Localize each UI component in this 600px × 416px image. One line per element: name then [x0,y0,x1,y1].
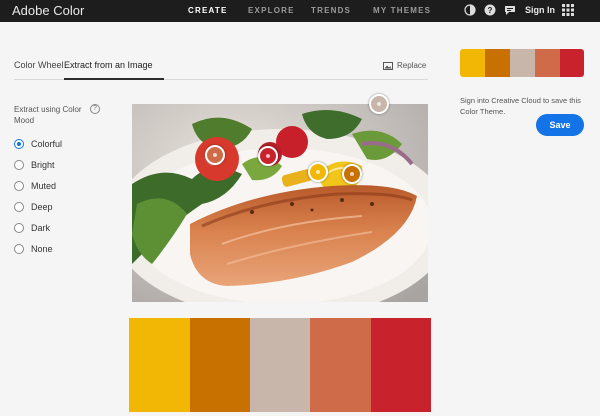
radio-icon[interactable] [14,139,24,149]
mood-option-label: Muted [31,181,57,191]
mood-option-colorful[interactable]: Colorful [14,139,62,149]
replace-label: Replace [397,61,427,70]
mood-option-label: Bright [31,160,55,170]
mood-option-muted[interactable]: Muted [14,181,56,191]
theme-preview [460,49,584,77]
tab-color-wheel[interactable]: Color Wheel [14,60,64,70]
feedback-icon[interactable] [504,4,516,16]
color-picker-handle[interactable] [205,145,225,165]
mood-option-label: Deep [31,202,53,212]
nav-my-themes[interactable]: MY THEMES [373,6,431,15]
salmon-salad-photo [132,104,428,302]
mood-option-label: None [31,244,53,254]
nav-explore[interactable]: EXPLORE [248,6,295,15]
radio-icon[interactable] [14,181,24,191]
active-tab-indicator [64,78,164,80]
sign-in-link[interactable]: Sign In [525,5,555,15]
theme-preview-swatch [460,49,485,77]
color-picker-handle[interactable] [258,146,278,166]
color-picker-handle[interactable] [369,94,389,114]
source-image [132,104,428,302]
app-brand[interactable]: Adobe Color [12,3,84,18]
nav-trends[interactable]: TRENDS [311,6,351,15]
tab-extract-from-image[interactable]: Extract from an Image [64,60,153,70]
mood-help-icon[interactable]: ? [90,104,100,114]
palette-swatch-2[interactable] [190,318,250,412]
help-icon[interactable]: ? [484,4,496,16]
theme-preview-swatch [510,49,535,77]
theme-preview-swatch [485,49,510,77]
radio-icon[interactable] [14,223,24,233]
mood-option-label: Colorful [31,139,63,149]
replace-image-button[interactable]: Replace [383,61,426,70]
nav-create[interactable]: CREATE [188,6,228,15]
radio-icon[interactable] [14,160,24,170]
mood-option-label: Dark [31,223,51,233]
color-mood-label: Extract using Color Mood [14,105,82,125]
palette-swatch-4[interactable] [310,318,371,412]
theme-preview-swatch [560,49,584,77]
color-picker-handle[interactable] [308,162,328,182]
palette-swatch-5[interactable] [371,318,431,412]
radio-icon[interactable] [14,202,24,212]
theme-preview-swatch [535,49,560,77]
palette-swatch-3[interactable] [250,318,310,412]
theme-toggle-icon[interactable] [464,4,476,16]
svg-text:?: ? [488,6,493,15]
radio-icon[interactable] [14,244,24,254]
image-icon [383,61,393,70]
palette-swatch-1[interactable] [129,318,190,412]
top-navigation-bar: Adobe Color CREATE EXPLORE TRENDS MY THE… [0,0,600,22]
mood-option-bright[interactable]: Bright [14,160,55,170]
mood-option-deep[interactable]: Deep [14,202,53,212]
mood-option-dark[interactable]: Dark [14,223,50,233]
color-picker-handle[interactable] [342,164,362,184]
save-button[interactable]: Save [536,114,584,136]
apps-grid-icon[interactable] [562,4,574,16]
mood-option-none[interactable]: None [14,244,53,254]
